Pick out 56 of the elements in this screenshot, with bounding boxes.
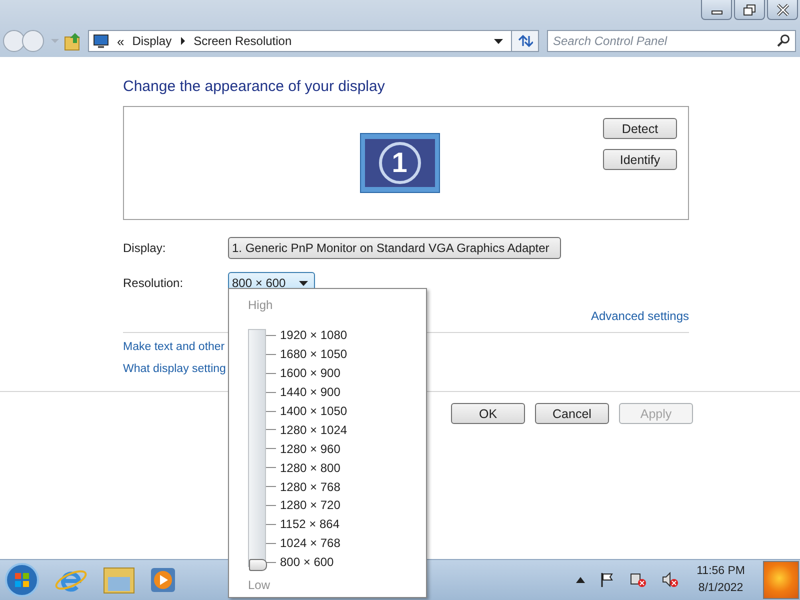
help-link[interactable]: What display setting bbox=[123, 363, 226, 375]
search-field[interactable]: Search Control Panel bbox=[547, 30, 796, 52]
breadcrumb-overflow[interactable]: « bbox=[117, 34, 124, 48]
dialog-button[interactable]: OK bbox=[451, 403, 525, 424]
minimize-button[interactable] bbox=[701, 0, 732, 20]
refresh-button[interactable] bbox=[511, 31, 538, 51]
resolution-option[interactable]: 1280 × 800 bbox=[280, 460, 340, 475]
address-bar[interactable]: « Display Screen Resolution bbox=[88, 30, 539, 52]
field-label: Display: bbox=[123, 241, 167, 255]
slider-thumb[interactable] bbox=[249, 559, 267, 571]
display-dropdown[interactable]: 1. Generic PnP Monitor on Standard VGA Graphics Adapter bbox=[228, 237, 561, 259]
clock[interactable]: 11:56 PM 8/1/2022 bbox=[692, 563, 749, 597]
slider-end-label: High bbox=[248, 298, 273, 312]
page-heading: Change the appearance of your display bbox=[123, 78, 386, 95]
breadcrumb-arrow-icon[interactable] bbox=[180, 37, 186, 45]
resolution-option[interactable]: 1152 × 864 bbox=[280, 517, 340, 532]
monitor-number: 1 bbox=[378, 142, 420, 184]
speaker-muted-icon[interactable] bbox=[660, 572, 679, 588]
dropdown-arrow-icon[interactable] bbox=[494, 38, 503, 44]
side-button[interactable]: Detect bbox=[603, 118, 677, 139]
date-text: 8/1/2022 bbox=[698, 581, 744, 596]
advanced-settings-link[interactable]: Advanced settings bbox=[590, 309, 689, 323]
breadcrumb[interactable]: Display bbox=[132, 34, 172, 48]
field-label: Resolution: bbox=[123, 276, 184, 290]
dropdown-arrow-icon bbox=[299, 280, 308, 286]
close-icon bbox=[776, 4, 790, 16]
resolution-option[interactable]: 1280 × 960 bbox=[280, 442, 340, 456]
network-error-icon[interactable] bbox=[628, 572, 647, 588]
resolution-option[interactable]: 1680 × 1050 bbox=[280, 347, 348, 362]
refresh-icon bbox=[517, 34, 533, 48]
restore-icon bbox=[742, 4, 756, 16]
search-icon[interactable] bbox=[777, 34, 790, 47]
restore-button[interactable] bbox=[734, 0, 765, 20]
dialog-button[interactable]: Cancel bbox=[535, 403, 609, 424]
close-button[interactable] bbox=[767, 0, 798, 20]
resolution-option[interactable]: 1280 × 1024 bbox=[280, 422, 348, 437]
start-orb-icon[interactable] bbox=[4, 562, 40, 598]
show-hidden-icons-icon[interactable] bbox=[576, 577, 585, 583]
resolution-option[interactable]: 1920 × 1080 bbox=[280, 328, 348, 342]
flag-icon[interactable] bbox=[598, 572, 615, 588]
resolution-option[interactable]: 1440 × 900 bbox=[280, 385, 340, 400]
help-link[interactable]: Make text and other bbox=[123, 341, 225, 353]
slider-end-label: Low bbox=[248, 578, 270, 592]
resolution-option[interactable]: 1280 × 720 bbox=[280, 498, 340, 512]
monitor-tile[interactable]: 1 bbox=[360, 133, 440, 193]
show-desktop-button[interactable] bbox=[763, 561, 799, 599]
resolution-option[interactable]: 800 × 600 bbox=[280, 555, 334, 570]
resolution-option[interactable]: 1024 × 768 bbox=[280, 536, 340, 550]
time-text: 11:56 PM bbox=[696, 564, 745, 579]
resolution-option[interactable]: 1400 × 1050 bbox=[280, 404, 348, 418]
resolution-option[interactable]: 1280 × 768 bbox=[280, 480, 340, 494]
monitor-icon bbox=[93, 34, 109, 48]
breadcrumb[interactable]: Screen Resolution bbox=[194, 34, 292, 48]
side-button[interactable]: Identify bbox=[603, 149, 677, 170]
media-player-icon[interactable] bbox=[150, 567, 176, 593]
resolution-option[interactable]: 1600 × 900 bbox=[280, 366, 340, 380]
